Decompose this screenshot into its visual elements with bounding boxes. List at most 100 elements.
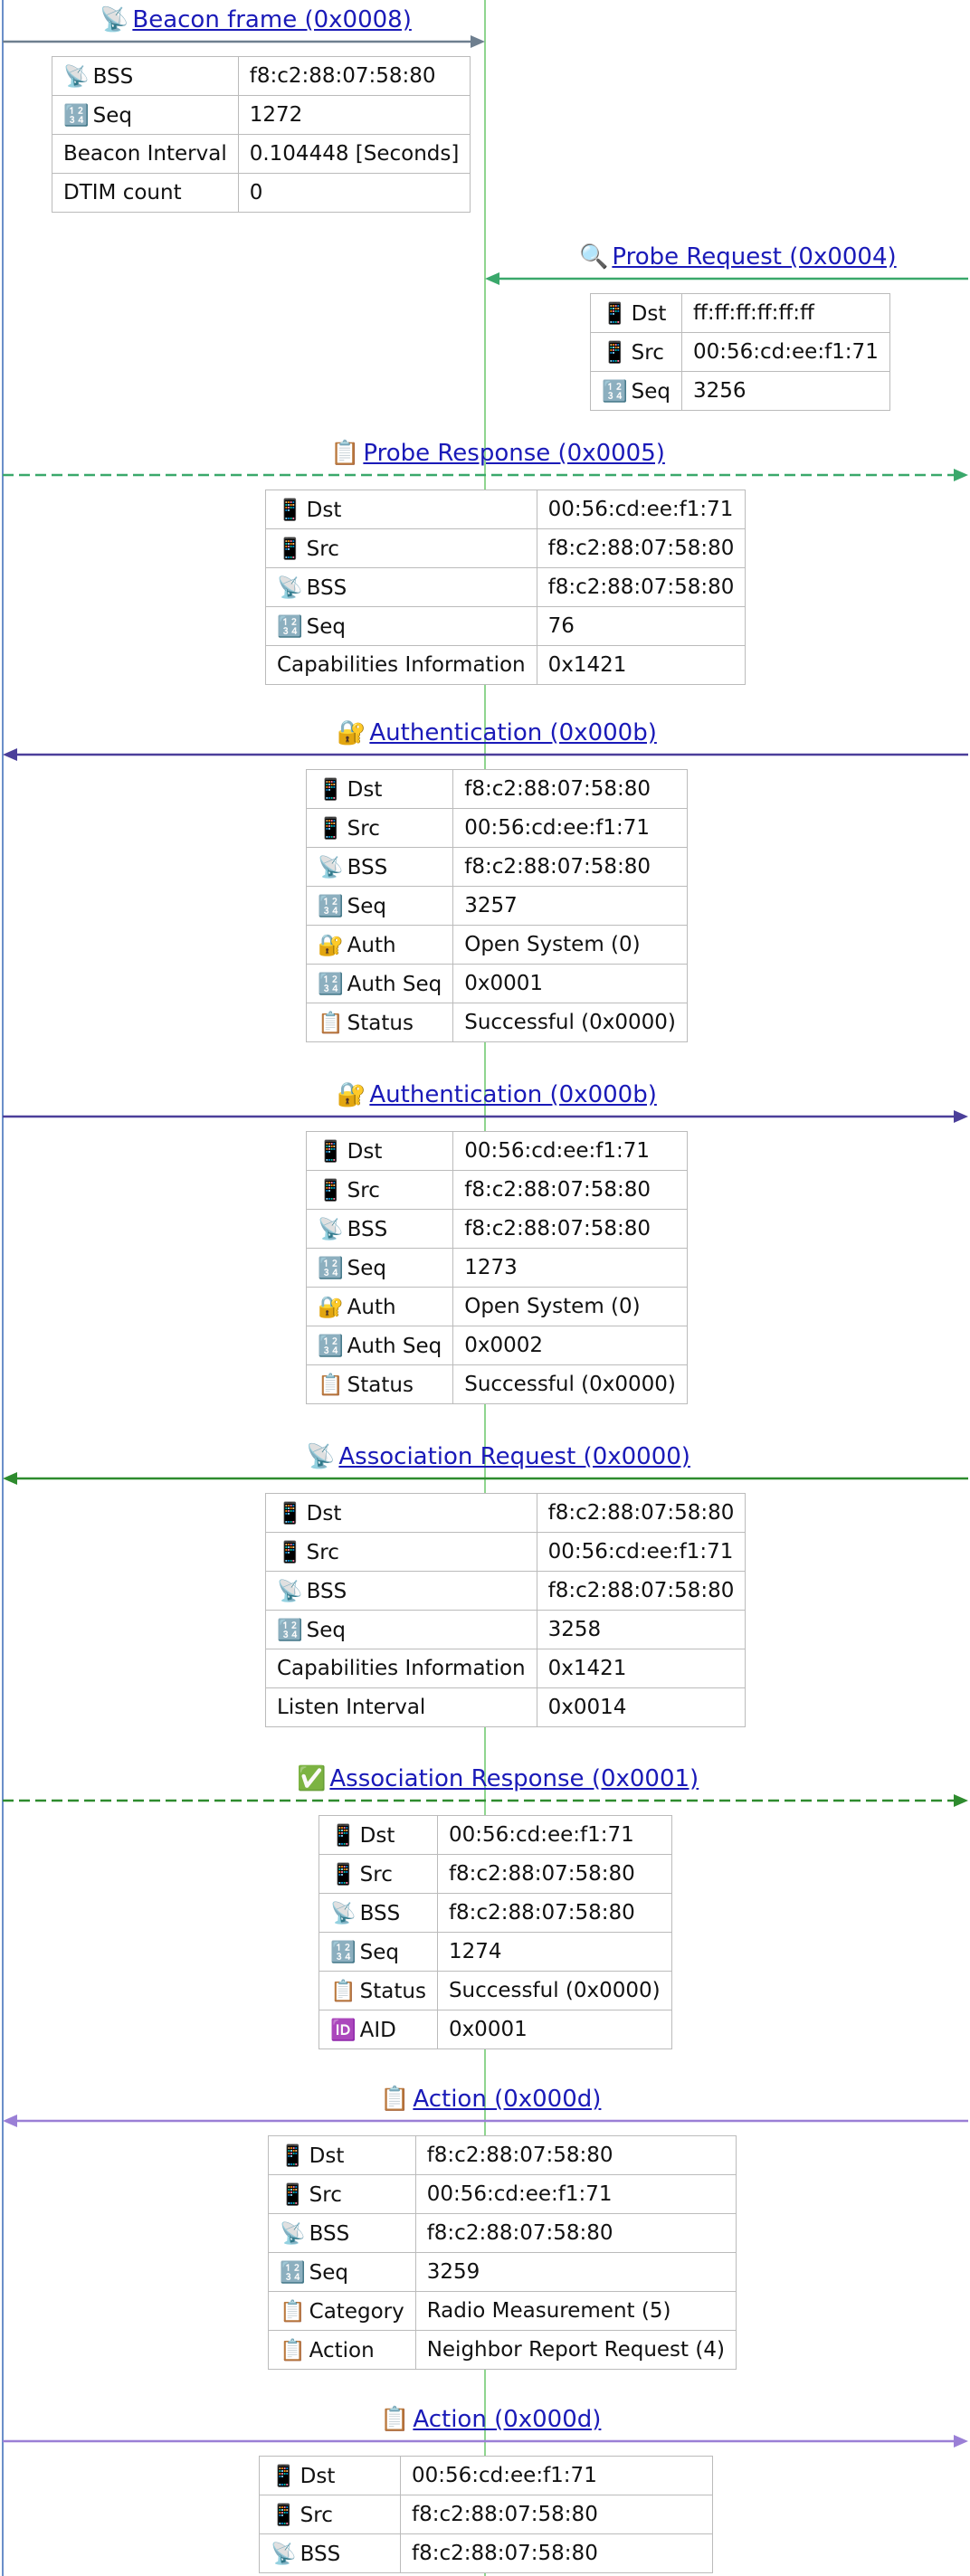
satellite-icon: 📡 [330,1901,357,1925]
field-value: Open System (0) [452,925,688,965]
frame-field-table: 📱 Dst f8:c2:88:07:58:80 📱 Src 00:56:cd:ee:f1:… [268,2135,737,2370]
field-value: 76 [536,606,747,646]
field-key-text: Dst [347,777,383,802]
field-value: f8:c2:88:07:58:80 [400,2495,713,2534]
phone-icon: 📱 [318,816,344,841]
field-value: f8:c2:88:07:58:80 [536,1571,747,1611]
field-value: f8:c2:88:07:58:80 [536,1493,747,1533]
field-row: Beacon Interval 0.104448 [Seconds] [52,134,471,174]
satellite-icon: 📡 [318,1217,344,1241]
field-row: 📱 Dst 00:56:cd:ee:f1:71 [265,490,747,529]
field-key: Beacon Interval [52,134,239,174]
lock-key-icon: 🔐 [337,719,366,746]
field-row: 📱 Dst f8:c2:88:07:58:80 [305,769,688,809]
field-key: 📋 Status [319,1971,438,2010]
message-block: 📋 Action (0x000d) 📱 Dst f8:c2:88:07:58:80 📱 S… [0,2085,970,2391]
field-value: f8:c2:88:07:58:80 [400,2533,713,2573]
phone-icon: 📱 [277,537,303,561]
field-value: 0x0014 [536,1687,747,1727]
field-key: 📱 Src [319,1854,438,1894]
message-block: 📋 Action (0x000d) 📱 Dst 00:56:cd:ee:f1:71 📱 S… [0,2405,970,2576]
frame-field-table: 📱 Dst f8:c2:88:07:58:80 📱 Src 00:56:cd:ee:f1:… [305,769,688,1042]
message-title-link[interactable]: 🔍 Probe Request (0x0004) [579,242,897,271]
field-key-text: AID [359,2018,396,2042]
field-row: 📱 Dst f8:c2:88:07:58:80 [265,1493,747,1533]
field-key: 🔢 Seq [590,371,682,411]
message-title-text: Association Response (0x0001) [329,1765,699,1792]
field-row: 📡 BSS f8:c2:88:07:58:80 [319,1893,672,1933]
phone-icon: 📱 [280,2143,306,2168]
message-arrow [3,2115,968,2127]
frame-field-table: 📱 Dst 00:56:cd:ee:f1:71 📱 Src f8:c2:88:07:58:… [305,1131,688,1404]
field-row: 📡 BSS f8:c2:88:07:58:80 [268,2213,737,2253]
message-title-link[interactable]: 🔐 Authentication (0x000b) [337,718,657,747]
message-title-link[interactable]: 📋 Action (0x000d) [380,2405,601,2434]
satellite-icon: 📡 [318,855,344,879]
clipboard-icon: 📋 [318,1373,344,1397]
satellite-icon: 📡 [306,1443,336,1470]
message-block: 🔐 Authentication (0x000b) 📱 Dst 00:56:cd:ee… [0,1080,970,1429]
field-key-text: Src [300,2503,333,2527]
field-value: 1273 [452,1248,688,1288]
message-title-link[interactable]: ✅ Association Response (0x0001) [297,1764,699,1793]
frame-field-table: 📱 Dst f8:c2:88:07:58:80 📱 Src 00:56:cd:ee:f1:… [265,1493,747,1727]
field-value: 3256 [681,371,890,411]
field-row: 📡 BSS f8:c2:88:07:58:80 [259,2533,713,2573]
message-title-text: Action (0x000d) [413,2406,602,2433]
frame-field-table: 📱 Dst 00:56:cd:ee:f1:71 📱 Src f8:c2:88:07:58:… [265,490,747,685]
message-title-link[interactable]: 📋 Probe Response (0x0005) [330,439,665,468]
field-row: 📋 Status Successful (0x0000) [305,1364,688,1404]
field-key-text: Src [347,1178,380,1202]
field-row: 📱 Src f8:c2:88:07:58:80 [319,1854,672,1894]
field-key-text: Category [309,2299,404,2324]
field-key-text: Seq [309,2260,348,2285]
field-key-text: BSS [92,64,134,89]
field-value: f8:c2:88:07:58:80 [436,1893,672,1933]
field-key-text: Seq [347,1256,386,1280]
field-row: 🔢 Auth Seq 0x0002 [305,1326,688,1365]
field-key-text: Dst [347,1139,383,1164]
field-key-text: Src [347,816,380,841]
frame-field-table: 📱 Dst 00:56:cd:ee:f1:71 📱 Src f8:c2:88:07:58:… [259,2456,713,2573]
field-row: 📱 Src f8:c2:88:07:58:80 [259,2495,713,2534]
field-value: f8:c2:88:07:58:80 [414,2213,737,2253]
field-key: 📱 Src [305,808,454,848]
arrow-head [3,1472,17,1485]
field-row: 🔢 Seq 3259 [268,2252,737,2292]
field-key: 📱 Dst [305,1131,454,1171]
message-title-text: Beacon frame (0x0008) [132,6,412,33]
field-key-text: Status [359,1979,426,2003]
id-icon: 🆔 [330,2018,357,2042]
field-value: Neighbor Report Request (4) [414,2330,737,2370]
field-key: 🔢 Seq [319,1932,438,1972]
field-row: 🔢 Seq 3256 [590,371,890,411]
field-key: 📡 BSS [305,847,454,887]
field-key: Capabilities Information [265,645,537,685]
field-value: 3258 [536,1610,747,1649]
field-key: 📋 Action [268,2330,416,2370]
field-value: 00:56:cd:ee:f1:71 [681,332,890,372]
message-title-link[interactable]: 📋 Action (0x000d) [380,2085,601,2114]
field-row: 🔢 Seq 3258 [265,1610,747,1649]
field-row: 🔢 Seq 1273 [305,1248,688,1288]
field-key: 📱 Src [305,1170,454,1210]
message-block: 🔐 Authentication (0x000b) 📱 Dst f8:c2:88:07… [0,718,970,1067]
field-key: 🔢 Seq [305,886,454,926]
field-key-text: BSS [359,1901,401,1925]
message-arrow [3,469,968,481]
field-key: 📡 BSS [265,1571,537,1611]
field-key-text: Capabilities Information [277,653,526,677]
satellite-icon: 📡 [277,1579,303,1603]
phone-icon: 📱 [330,1862,357,1887]
field-value: 00:56:cd:ee:f1:71 [414,2174,737,2214]
field-key: 📱 Dst [590,293,682,333]
field-row: 📱 Dst f8:c2:88:07:58:80 [268,2135,737,2175]
field-key: 📡 BSS [265,567,537,607]
numbers-icon: 🔢 [277,1618,303,1642]
field-key: 📱 Src [265,1532,537,1572]
message-title-link[interactable]: 📡 Beacon frame (0x0008) [100,5,412,34]
numbers-icon: 🔢 [330,1940,357,1964]
message-title-link[interactable]: 📡 Association Request (0x0000) [306,1442,690,1471]
message-title-link[interactable]: 🔐 Authentication (0x000b) [337,1080,657,1109]
magnifier-icon: 🔍 [579,243,609,271]
